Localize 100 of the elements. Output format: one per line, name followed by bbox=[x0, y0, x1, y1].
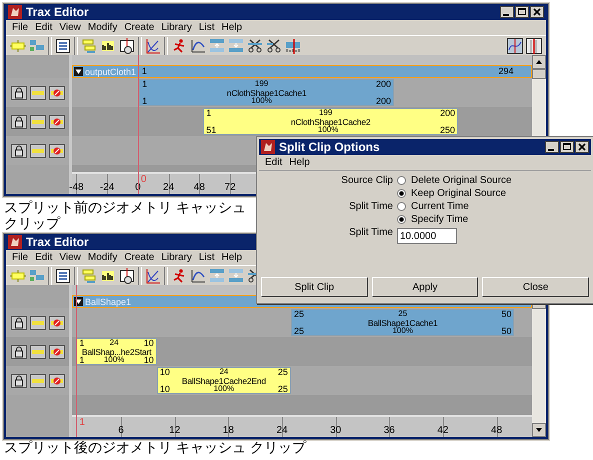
maximize-icon[interactable] bbox=[515, 6, 529, 18]
menu-item[interactable]: File bbox=[12, 22, 28, 33]
running-figure-icon[interactable] bbox=[171, 268, 187, 284]
scissors-icon[interactable] bbox=[266, 38, 282, 54]
lock-icon[interactable] bbox=[10, 374, 26, 388]
radio-option[interactable]: Specify Time bbox=[397, 213, 591, 226]
menu-item[interactable]: Help bbox=[221, 22, 242, 33]
menu-item[interactable]: Edit bbox=[35, 252, 52, 263]
menu-item[interactable]: Create bbox=[124, 22, 154, 33]
app-icon bbox=[261, 140, 275, 154]
lock-icon[interactable] bbox=[10, 114, 26, 128]
clip[interactable]: 1 199 200 nClothShape1Cache1 1 100% 200 bbox=[139, 79, 394, 106]
radio-option[interactable]: Delete Original Source bbox=[397, 174, 591, 187]
ruler-icon[interactable] bbox=[285, 38, 301, 54]
frame-label: 10 bbox=[144, 356, 154, 364]
running-figure-icon[interactable] bbox=[171, 38, 187, 54]
weight-label: 100% bbox=[104, 356, 124, 364]
radio-option[interactable]: Keep Original Source bbox=[397, 187, 591, 200]
minimize-icon[interactable] bbox=[500, 6, 514, 18]
lock-icon[interactable] bbox=[10, 344, 26, 358]
scroll-up-icon[interactable] bbox=[532, 55, 546, 69]
menu-item[interactable]: Create bbox=[124, 252, 154, 263]
tick-label: 48 bbox=[194, 182, 205, 193]
frame-label: 51 bbox=[206, 126, 216, 134]
app-icon bbox=[8, 235, 22, 249]
lock-icon[interactable] bbox=[10, 316, 26, 330]
collapse-triangle-icon[interactable] bbox=[74, 67, 83, 76]
menu-item[interactable]: Library bbox=[161, 252, 192, 263]
menu-item[interactable]: List bbox=[198, 22, 214, 33]
lock-icon[interactable] bbox=[10, 144, 26, 158]
scroll-down-icon[interactable] bbox=[532, 423, 546, 437]
solo-icon[interactable] bbox=[30, 114, 46, 128]
mute-icon[interactable] bbox=[48, 374, 64, 388]
list-icon[interactable] bbox=[55, 38, 71, 54]
close-icon[interactable] bbox=[530, 6, 544, 18]
app-icon bbox=[8, 5, 22, 19]
ghost-clip-icon[interactable] bbox=[10, 268, 26, 284]
clip[interactable]: 25 25 50 BallShape1Cache1 25 100% 50 bbox=[290, 309, 514, 336]
frame-label: 1 bbox=[142, 66, 147, 77]
menu-item[interactable]: Help bbox=[221, 252, 242, 263]
frame-label: 25 bbox=[294, 327, 304, 335]
clip[interactable]: 1 24 10 BallShap...he2Start 1 100% 10 bbox=[76, 338, 157, 365]
solo-icon[interactable] bbox=[30, 374, 46, 388]
close-icon[interactable] bbox=[575, 141, 589, 153]
scroll-thumb[interactable] bbox=[532, 69, 546, 79]
dialog-button[interactable]: Split Clip bbox=[261, 277, 368, 297]
tick-label: 48 bbox=[491, 425, 502, 436]
window-title: Trax Editor bbox=[26, 5, 89, 19]
graph-icon[interactable] bbox=[145, 268, 161, 284]
clock-window-icon[interactable] bbox=[119, 38, 135, 54]
solo-icon[interactable] bbox=[30, 316, 46, 330]
list-icon[interactable] bbox=[55, 268, 71, 284]
clip[interactable]: 1 199 200 nClothShape1Cache2 51 100% 250 bbox=[203, 108, 458, 135]
tick-label: 18 bbox=[222, 425, 234, 436]
curve-icon[interactable] bbox=[190, 38, 206, 54]
clip-name: BallShape1Cache1 bbox=[366, 318, 438, 326]
mute-icon[interactable] bbox=[48, 144, 64, 158]
menu-item[interactable]: Help bbox=[289, 157, 310, 168]
menu-item[interactable]: File bbox=[12, 252, 28, 263]
menu-item[interactable]: View bbox=[59, 22, 81, 33]
stacked-clips-icon[interactable] bbox=[81, 38, 97, 54]
frame-label: 50 bbox=[501, 310, 512, 318]
tick-label: 42 bbox=[437, 425, 448, 436]
mute-icon[interactable] bbox=[48, 316, 64, 330]
minimize-icon[interactable] bbox=[545, 141, 559, 153]
weight-label: 100% bbox=[318, 126, 338, 134]
tick-label: 24 bbox=[163, 182, 174, 193]
stacked-clips-icon[interactable] bbox=[81, 268, 97, 284]
dialog-button[interactable]: Apply bbox=[372, 277, 478, 297]
window-title: Split Clip Options bbox=[279, 140, 380, 154]
clip[interactable]: 10 24 25 BallShape1Cache2End 10 100% 25 bbox=[156, 367, 291, 394]
mute-icon[interactable] bbox=[48, 86, 64, 100]
mute-icon[interactable] bbox=[48, 114, 64, 128]
frame-label: 1 bbox=[142, 97, 148, 105]
lock-icon[interactable] bbox=[10, 86, 26, 100]
menu-item[interactable]: Modify bbox=[88, 22, 118, 33]
clock-window-icon[interactable] bbox=[119, 268, 135, 284]
menu-item[interactable]: Modify bbox=[88, 252, 118, 263]
curve-icon[interactable] bbox=[190, 268, 206, 284]
columns-icon[interactable] bbox=[526, 38, 542, 54]
ghost-clip-icon[interactable] bbox=[10, 38, 26, 54]
weight-label: 100% bbox=[392, 327, 413, 335]
menu-item[interactable]: Edit bbox=[265, 157, 282, 168]
radio-option[interactable]: Current Time bbox=[397, 200, 591, 213]
solo-icon[interactable] bbox=[30, 144, 46, 158]
mute-icon[interactable] bbox=[48, 344, 64, 358]
menu-item[interactable]: List bbox=[198, 252, 214, 263]
scissors-icon[interactable] bbox=[247, 38, 263, 54]
weight-label: 100% bbox=[214, 385, 234, 393]
menu-item[interactable]: View bbox=[59, 252, 81, 263]
graph-icon[interactable] bbox=[145, 38, 161, 54]
dialog-button[interactable]: Close bbox=[482, 277, 590, 297]
tick-label: 6 bbox=[118, 425, 124, 436]
maximize-icon[interactable] bbox=[560, 141, 574, 153]
split-time-field[interactable]: 10.0000 bbox=[397, 228, 457, 244]
menu-item[interactable]: Library bbox=[161, 22, 192, 33]
solo-icon[interactable] bbox=[30, 86, 46, 100]
graph-icon[interactable] bbox=[507, 38, 523, 54]
menu-item[interactable]: Edit bbox=[35, 22, 52, 33]
solo-icon[interactable] bbox=[30, 344, 46, 358]
